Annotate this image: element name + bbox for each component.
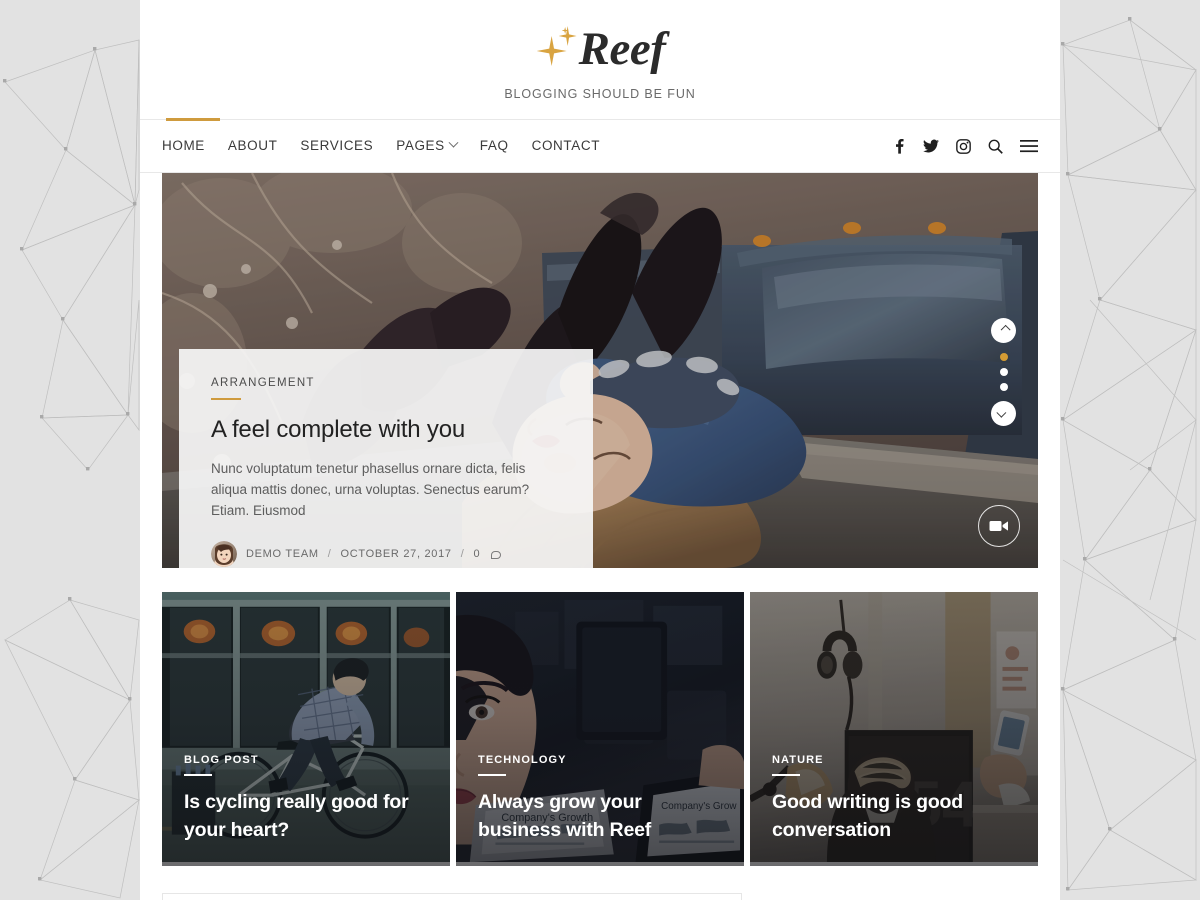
slider-prev-button[interactable] xyxy=(991,318,1016,343)
card-title-2[interactable]: Always grow your business with Reef xyxy=(478,788,726,844)
card-content-3: NATURE Good writing is good conversation xyxy=(772,754,1020,844)
instagram-icon[interactable] xyxy=(956,138,971,154)
hero-date: OCTOBER 27, 2017 xyxy=(340,548,452,560)
card-title-1[interactable]: Is cycling really good for your heart? xyxy=(184,788,432,844)
next-post-section xyxy=(162,893,1038,900)
active-nav-indicator xyxy=(166,118,220,121)
hero-comment-count[interactable]: 0 xyxy=(474,548,481,560)
comment-bubble-icon xyxy=(491,551,502,559)
nav-label-services: SERVICES xyxy=(300,138,374,153)
hero-post-card[interactable]: ARRANGEMENT A feel complete with you Nun… xyxy=(179,349,593,568)
card-rule-3 xyxy=(772,774,800,776)
nav-label-home: HOME xyxy=(162,138,205,153)
nav-link-faq[interactable]: FAQ xyxy=(480,138,532,153)
slider-dot-2[interactable] xyxy=(999,368,1008,376)
nav-link-pages[interactable]: PAGES xyxy=(396,137,480,153)
card-rule-1 xyxy=(184,774,212,776)
featured-post-card-3[interactable]: 54 xyxy=(750,592,1038,866)
site-header: Reef BLOGGING SHOULD BE FUN xyxy=(140,0,1060,101)
nav-item-home[interactable]: HOME xyxy=(162,137,228,155)
site-title: Reef xyxy=(578,22,666,75)
card-content-2: TECHNOLOGY Always grow your business wit… xyxy=(478,754,726,844)
nav-label-faq: FAQ xyxy=(479,138,509,153)
featured-posts-grid: BLOG POST Is cycling really good for you… xyxy=(162,592,1038,866)
avatar xyxy=(211,541,237,567)
nav-item-faq[interactable]: FAQ xyxy=(480,137,532,155)
chevron-down-icon-slider xyxy=(996,407,1007,418)
card-rule-2 xyxy=(478,774,506,776)
sparkle-stars-icon xyxy=(535,25,579,73)
featured-post-card-1[interactable]: BLOG POST Is cycling really good for you… xyxy=(162,592,450,866)
chevron-up-icon xyxy=(1000,324,1011,335)
hero-slider: ARRANGEMENT A feel complete with you Nun… xyxy=(162,173,1038,568)
slider-controls xyxy=(991,318,1016,426)
slider-dot-1[interactable] xyxy=(999,353,1008,361)
search-icon[interactable] xyxy=(988,139,1003,154)
nav-link-contact[interactable]: CONTACT xyxy=(532,138,623,153)
nav-link-about[interactable]: ABOUT xyxy=(228,138,301,153)
page-container: Reef BLOGGING SHOULD BE FUN HOME ABOUT S… xyxy=(140,0,1060,900)
chevron-down-icon xyxy=(448,137,459,148)
card-category-2[interactable]: TECHNOLOGY xyxy=(478,754,726,766)
hero-post-title[interactable]: A feel complete with you xyxy=(211,416,561,444)
nav-icon-group xyxy=(892,138,1038,154)
meta-separator-1: / xyxy=(327,548,332,560)
facebook-icon[interactable] xyxy=(892,138,906,154)
nav-list: HOME ABOUT SERVICES PAGES FAQ CONTACT xyxy=(162,137,623,155)
nav-label-about: ABOUT xyxy=(227,138,278,153)
nav-item-services[interactable]: SERVICES xyxy=(300,137,396,155)
hamburger-menu-icon[interactable] xyxy=(1020,139,1038,153)
slider-next-button[interactable] xyxy=(991,401,1016,426)
nav-item-about[interactable]: ABOUT xyxy=(228,137,301,155)
video-camera-icon xyxy=(989,521,1008,531)
hero-author[interactable]: DEMO TEAM xyxy=(246,548,319,560)
hero-post-excerpt: Nunc voluptatum tenetur phasellus ornare… xyxy=(211,461,530,518)
nav-link-home[interactable]: HOME xyxy=(162,138,228,153)
card-title-3[interactable]: Good writing is good conversation xyxy=(772,788,1020,844)
featured-post-card-2[interactable]: Company's Growth Company's Grow xyxy=(456,592,744,866)
card-content-1: BLOG POST Is cycling really good for you… xyxy=(184,754,432,844)
nav-label-contact: CONTACT xyxy=(531,138,601,153)
card-category-3[interactable]: NATURE xyxy=(772,754,1020,766)
twitter-icon[interactable] xyxy=(923,139,939,154)
card-category-1[interactable]: BLOG POST xyxy=(184,754,432,766)
nav-item-pages[interactable]: PAGES xyxy=(396,137,480,155)
main-navigation: HOME ABOUT SERVICES PAGES FAQ CONTACT xyxy=(140,118,1060,173)
hero-post-meta: DEMO TEAM / OCTOBER 27, 2017 / 0 xyxy=(211,541,561,567)
site-tagline: BLOGGING SHOULD BE FUN xyxy=(504,87,696,101)
hero-category[interactable]: ARRANGEMENT xyxy=(211,377,561,389)
nav-label-pages: PAGES xyxy=(396,138,445,153)
site-logo[interactable]: Reef xyxy=(535,22,666,76)
meta-separator-2: / xyxy=(460,548,465,560)
slider-dot-3[interactable] xyxy=(999,383,1008,391)
post-list-item-partial[interactable] xyxy=(162,893,742,900)
nav-link-services[interactable]: SERVICES xyxy=(300,138,396,153)
slider-dots xyxy=(999,353,1008,391)
nav-item-contact[interactable]: CONTACT xyxy=(532,137,623,155)
video-format-badge[interactable] xyxy=(978,505,1020,547)
hero-category-rule xyxy=(211,398,241,400)
